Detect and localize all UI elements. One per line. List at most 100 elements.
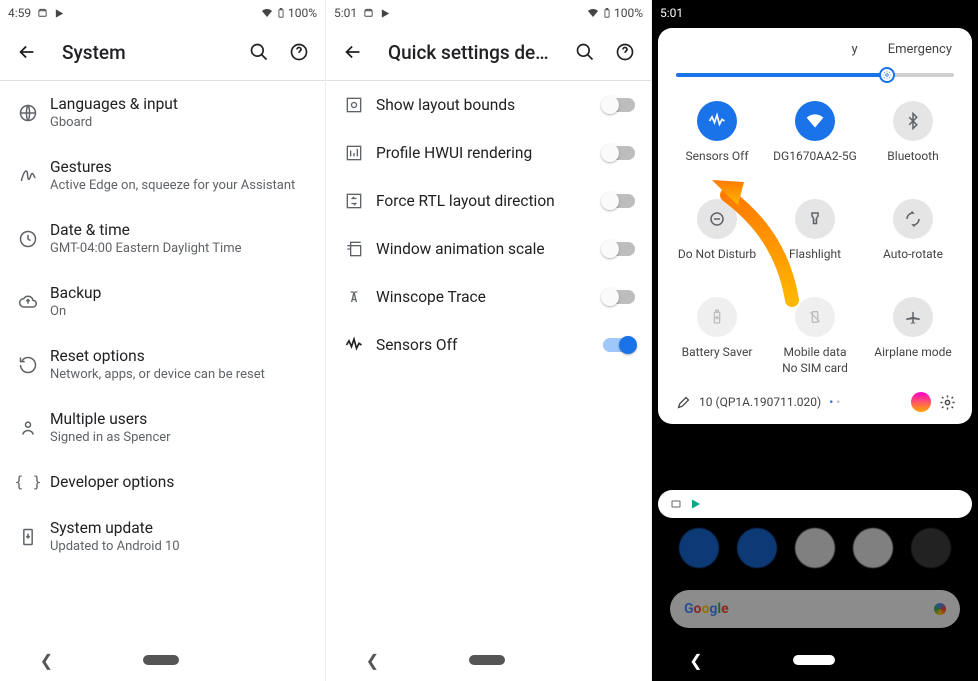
tile-battery-saver[interactable]: Battery Saver bbox=[670, 297, 764, 376]
screenshot-icon bbox=[670, 498, 682, 510]
appbar: Quick settings develop… bbox=[326, 24, 651, 80]
back-icon[interactable] bbox=[342, 41, 364, 63]
search-icon[interactable] bbox=[575, 42, 595, 62]
brightness-slider[interactable] bbox=[676, 73, 954, 77]
emergency-link[interactable]: Emergency bbox=[888, 42, 952, 57]
mobile-data-icon bbox=[795, 297, 835, 337]
quick-settings-shade[interactable]: y Emergency Sensors Off DG1670AA2-5G Blu… bbox=[658, 28, 972, 424]
battery-saver-icon bbox=[697, 297, 737, 337]
nav-back-icon[interactable]: ❮ bbox=[689, 651, 702, 670]
tile-autorotate[interactable]: Auto-rotate bbox=[866, 199, 960, 275]
globe-icon bbox=[10, 103, 46, 123]
camera-app-icon[interactable] bbox=[911, 528, 951, 568]
airplane-icon bbox=[893, 297, 933, 337]
nav-back-icon[interactable]: ❮ bbox=[40, 651, 53, 670]
play-store-icon bbox=[690, 498, 702, 510]
clock-icon bbox=[10, 229, 46, 249]
wifi-icon bbox=[260, 7, 274, 19]
help-icon[interactable] bbox=[289, 42, 309, 62]
row-reset[interactable]: Reset optionsNetwork, apps, or device ca… bbox=[0, 333, 325, 396]
bounds-icon bbox=[336, 95, 372, 115]
nav-bar: ❮ bbox=[326, 639, 651, 681]
row-rtl[interactable]: Force RTL layout direction bbox=[326, 177, 651, 225]
flashlight-icon bbox=[795, 199, 835, 239]
nav-home-pill[interactable] bbox=[793, 655, 835, 665]
status-bar: 5:01 bbox=[652, 0, 978, 24]
toggle-switch[interactable] bbox=[603, 98, 635, 112]
row-developer[interactable]: { } Developer options bbox=[0, 459, 325, 505]
row-datetime[interactable]: Date & timeGMT-04:00 Eastern Daylight Ti… bbox=[0, 207, 325, 270]
notification-strip[interactable] bbox=[658, 490, 972, 518]
tile-sensors-off[interactable]: Sensors Off bbox=[670, 101, 764, 177]
page-indicator: • • bbox=[829, 395, 840, 409]
tile-dnd[interactable]: Do Not Disturb bbox=[670, 199, 764, 275]
carrier-short: y bbox=[852, 42, 858, 57]
back-icon[interactable] bbox=[16, 41, 38, 63]
status-time: 5:01 bbox=[660, 6, 683, 20]
page-title: System bbox=[62, 41, 225, 64]
trace-icon bbox=[336, 287, 372, 307]
row-sensors-off[interactable]: Sensors Off bbox=[326, 321, 651, 369]
sensors-icon bbox=[336, 335, 372, 355]
row-layout-bounds[interactable]: Show layout bounds bbox=[326, 81, 651, 129]
cloud-upload-icon bbox=[10, 292, 46, 312]
home-app-row bbox=[652, 528, 978, 568]
shade-footer: 10 (QP1A.190711.020) • • bbox=[666, 386, 964, 414]
rotate-icon bbox=[893, 199, 933, 239]
messages-app-icon[interactable] bbox=[737, 528, 777, 568]
nav-home-pill[interactable] bbox=[143, 655, 179, 665]
quick-settings-shade-panel: 5:01 y Emergency Sensors Off DG1670AA2-5… bbox=[652, 0, 978, 681]
toggle-switch[interactable] bbox=[603, 290, 635, 304]
sensors-icon bbox=[697, 101, 737, 141]
row-update[interactable]: System updateUpdated to Android 10 bbox=[0, 505, 325, 568]
tile-mobile-data[interactable]: Mobile data No SIM card bbox=[768, 297, 862, 376]
toggle-switch[interactable] bbox=[603, 338, 635, 352]
nav-bar: ❮ bbox=[0, 639, 325, 681]
home-search-bar[interactable]: Google bbox=[670, 590, 960, 628]
status-battery: 100% bbox=[614, 6, 643, 20]
tile-bluetooth[interactable]: Bluetooth bbox=[866, 101, 960, 177]
search-icon[interactable] bbox=[249, 42, 269, 62]
status-bar: 5:01 100% bbox=[326, 0, 651, 24]
row-backup[interactable]: BackupOn bbox=[0, 270, 325, 333]
play-app-icon[interactable] bbox=[795, 528, 835, 568]
toggle-switch[interactable] bbox=[603, 242, 635, 256]
reset-icon bbox=[10, 355, 46, 375]
user-avatar[interactable] bbox=[911, 392, 931, 412]
status-time: 5:01 bbox=[334, 6, 357, 20]
tile-flashlight[interactable]: Flashlight bbox=[768, 199, 862, 275]
bluetooth-icon bbox=[893, 101, 933, 141]
braces-icon: { } bbox=[10, 473, 46, 491]
chrome-app-icon[interactable] bbox=[853, 528, 893, 568]
edit-icon[interactable] bbox=[676, 395, 691, 410]
quick-settings-dev-panel: 5:01 100% Quick settings develop… Show l… bbox=[326, 0, 652, 681]
row-hwui[interactable]: Profile HWUI rendering bbox=[326, 129, 651, 177]
wifi-icon bbox=[586, 7, 600, 19]
screenshot-icon bbox=[37, 8, 48, 19]
toggle-switch[interactable] bbox=[603, 146, 635, 160]
tile-airplane[interactable]: Airplane mode bbox=[866, 297, 960, 376]
row-winscope[interactable]: Winscope Trace bbox=[326, 273, 651, 321]
shade-header: y Emergency bbox=[666, 42, 964, 67]
toggle-list: Show layout bounds Profile HWUI renderin… bbox=[326, 81, 651, 639]
build-label: 10 (QP1A.190711.020) bbox=[699, 395, 821, 409]
battery-icon bbox=[602, 6, 612, 20]
page-title: Quick settings develop… bbox=[388, 41, 551, 64]
row-users[interactable]: Multiple usersSigned in as Spencer bbox=[0, 396, 325, 459]
nav-bar: ❮ bbox=[652, 639, 978, 681]
status-battery: 100% bbox=[288, 6, 317, 20]
help-icon[interactable] bbox=[615, 42, 635, 62]
brightness-thumb-icon[interactable] bbox=[879, 67, 895, 83]
gear-icon[interactable] bbox=[939, 394, 956, 411]
row-languages[interactable]: Languages & inputGboard bbox=[0, 81, 325, 144]
row-animation[interactable]: Window animation scale bbox=[326, 225, 651, 273]
nav-home-pill[interactable] bbox=[469, 655, 505, 665]
nav-back-icon[interactable]: ❮ bbox=[366, 651, 379, 670]
row-gestures[interactable]: GesturesActive Edge on, squeeze for your… bbox=[0, 144, 325, 207]
toggle-switch[interactable] bbox=[603, 194, 635, 208]
phone-app-icon[interactable] bbox=[679, 528, 719, 568]
tile-wifi[interactable]: DG1670AA2-5G bbox=[768, 101, 862, 177]
rtl-icon bbox=[336, 191, 372, 211]
window-icon bbox=[336, 239, 372, 259]
screenshot-icon bbox=[363, 8, 374, 19]
